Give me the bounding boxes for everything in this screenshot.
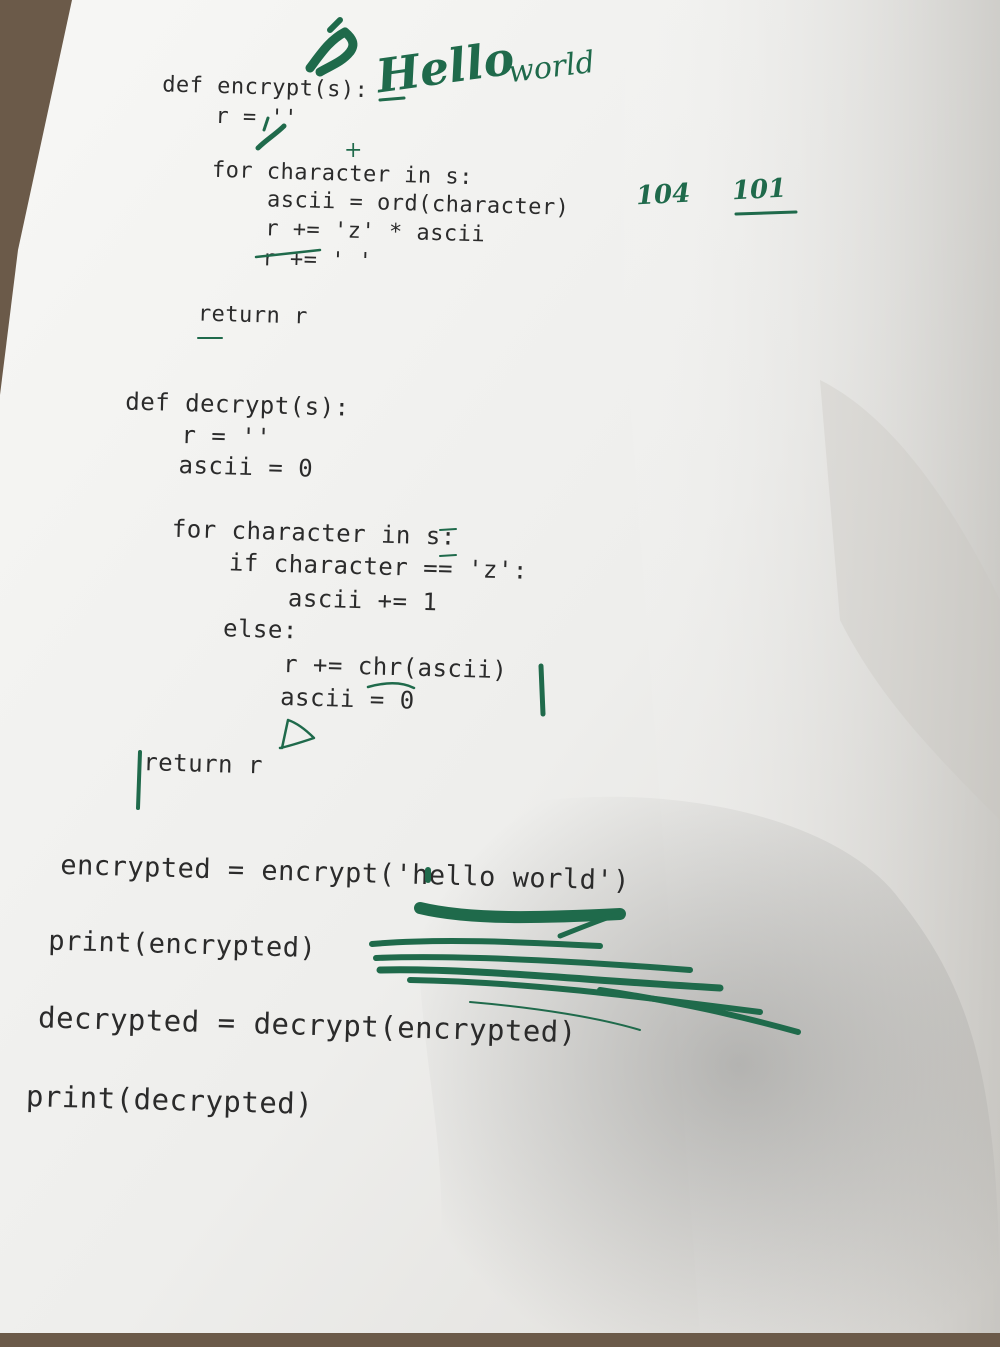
scribble-tail [469, 1001, 641, 1031]
scribble-line-5 [597, 987, 801, 1035]
scribble-line-1 [369, 937, 603, 949]
return-margin-mark [136, 750, 142, 810]
quote-correction-tick [262, 116, 270, 132]
ink-blot-tip [327, 17, 343, 33]
append-underline [254, 248, 322, 259]
hello-world-underline-stroke [414, 902, 626, 924]
ascii-correction-squiggle [278, 718, 316, 750]
equality-mark [439, 554, 457, 557]
hello-underline [378, 96, 406, 102]
ink-blot-top [305, 27, 358, 77]
ascii-underline [734, 210, 798, 216]
quote-correction-mark [255, 123, 287, 151]
handwritten-annotations: Hello world 104 101 + [0, 0, 1000, 1333]
s-underline [439, 528, 457, 531]
decrypt-cursor-mark [538, 663, 546, 717]
ink-strokes [136, 17, 801, 1035]
chr-underline [366, 682, 416, 690]
